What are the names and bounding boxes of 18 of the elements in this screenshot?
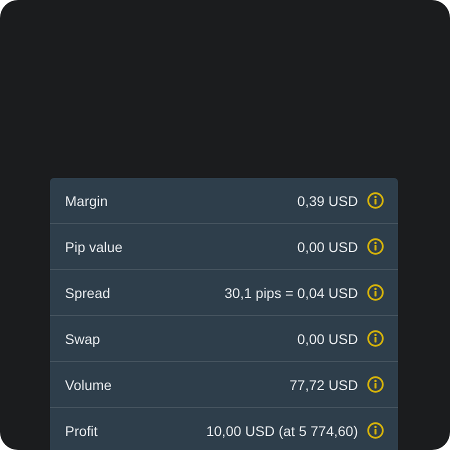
detail-value: 77,72 USD [290, 376, 358, 392]
detail-value: 0,00 USD [297, 238, 358, 254]
detail-label: Volume [65, 376, 113, 392]
detail-label: Swap [65, 330, 102, 346]
detail-label: Pip value [65, 238, 124, 254]
info-icon[interactable] [367, 284, 384, 301]
detail-label: Profit [65, 422, 99, 438]
detail-value: 10,00 USD (at 5 774,60) [206, 422, 358, 438]
info-icon[interactable] [367, 376, 384, 393]
detail-value: 0,39 USD [297, 192, 358, 208]
detail-label: Spread [65, 284, 112, 300]
info-icon[interactable] [367, 422, 384, 439]
info-icon[interactable] [367, 192, 384, 209]
info-icon[interactable] [367, 238, 384, 255]
detail-value: 0,00 USD [297, 330, 358, 346]
detail-label: Margin [65, 192, 109, 208]
info-icon[interactable] [367, 330, 384, 347]
detail-value: 30,1 pips = 0,04 USD [224, 284, 358, 300]
